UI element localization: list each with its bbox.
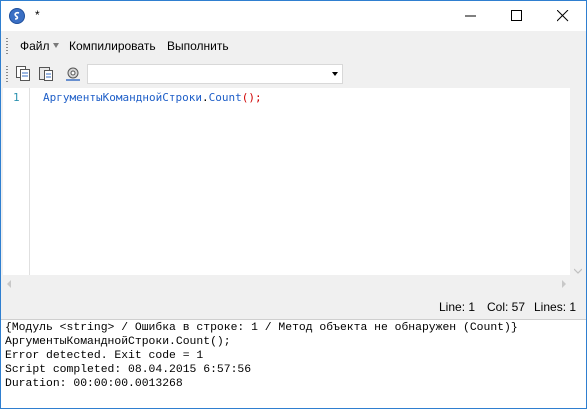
close-icon: [557, 10, 569, 22]
line-number: 1: [13, 91, 20, 104]
app-logo-icon[interactable]: [9, 8, 25, 24]
gutter-divider: [29, 88, 30, 275]
output-panel[interactable]: {Модуль <string> / Ошибка в строке: 1 / …: [1, 319, 586, 408]
debug-settings-icon[interactable]: [65, 65, 81, 81]
scroll-right-icon[interactable]: [562, 280, 566, 288]
code-semicolon: ;: [254, 91, 262, 104]
scroll-left-icon[interactable]: [7, 280, 11, 288]
status-lines: Lines: 1: [534, 300, 577, 314]
paste-code-icon[interactable]: [38, 65, 54, 81]
status-bar: Line: 1 Col: 57 Lines: 1: [1, 293, 586, 319]
status-line: Line: 1: [439, 300, 476, 314]
title-bar[interactable]: *: [1, 1, 586, 31]
menu-grip[interactable]: [6, 38, 8, 54]
toolbar-combo[interactable]: [87, 64, 343, 84]
scroll-down-button[interactable]: [573, 264, 583, 274]
code-dot: .: [201, 91, 209, 104]
code-editor[interactable]: 1 АргументыКоманднойСтроки.Count();: [3, 88, 570, 275]
output-line: Duration: 00:00:00.0013268: [5, 378, 183, 390]
vertical-scrollbar[interactable]: [570, 88, 586, 275]
output-line: АргументыКоманднойСтроки.Count();: [5, 336, 231, 348]
close-button[interactable]: [540, 1, 586, 31]
chevron-down-icon: [573, 268, 583, 274]
maximize-icon: [511, 10, 522, 21]
menu-compile[interactable]: Компилировать: [69, 39, 156, 53]
menu-bar: Файл Компилировать Выполнить: [1, 32, 586, 85]
code-object: АргументыКоманднойСтроки: [43, 91, 202, 104]
minimize-button[interactable]: [448, 1, 494, 31]
chevron-down-icon[interactable]: [53, 43, 59, 48]
output-line: {Модуль <string> / Ошибка в строке: 1 / …: [5, 322, 518, 334]
horizontal-scrollbar[interactable]: [3, 275, 570, 293]
output-line: Script completed: 08.04.2015 6:57:56: [5, 364, 252, 376]
minimize-icon: [465, 15, 476, 17]
code-line[interactable]: АргументыКоманднойСтроки.Count();: [43, 91, 262, 104]
menu-file[interactable]: Файл: [20, 39, 50, 53]
copy-code-icon[interactable]: [15, 65, 31, 81]
maximize-button[interactable]: [494, 1, 540, 31]
menu-run[interactable]: Выполнить: [167, 39, 229, 53]
status-col: Col: 57: [487, 300, 526, 314]
output-line: Error detected. Exit code = 1: [5, 350, 204, 362]
code-parens: (): [241, 91, 255, 104]
app-window: * Файл Компилировать Выполнить 1 Аргумен…: [0, 0, 587, 409]
window-title: *: [35, 8, 40, 22]
chevron-down-icon[interactable]: [332, 72, 338, 76]
toolbar-grip[interactable]: [6, 66, 8, 82]
toolbar: [1, 60, 586, 139]
code-method: Count: [208, 91, 242, 104]
